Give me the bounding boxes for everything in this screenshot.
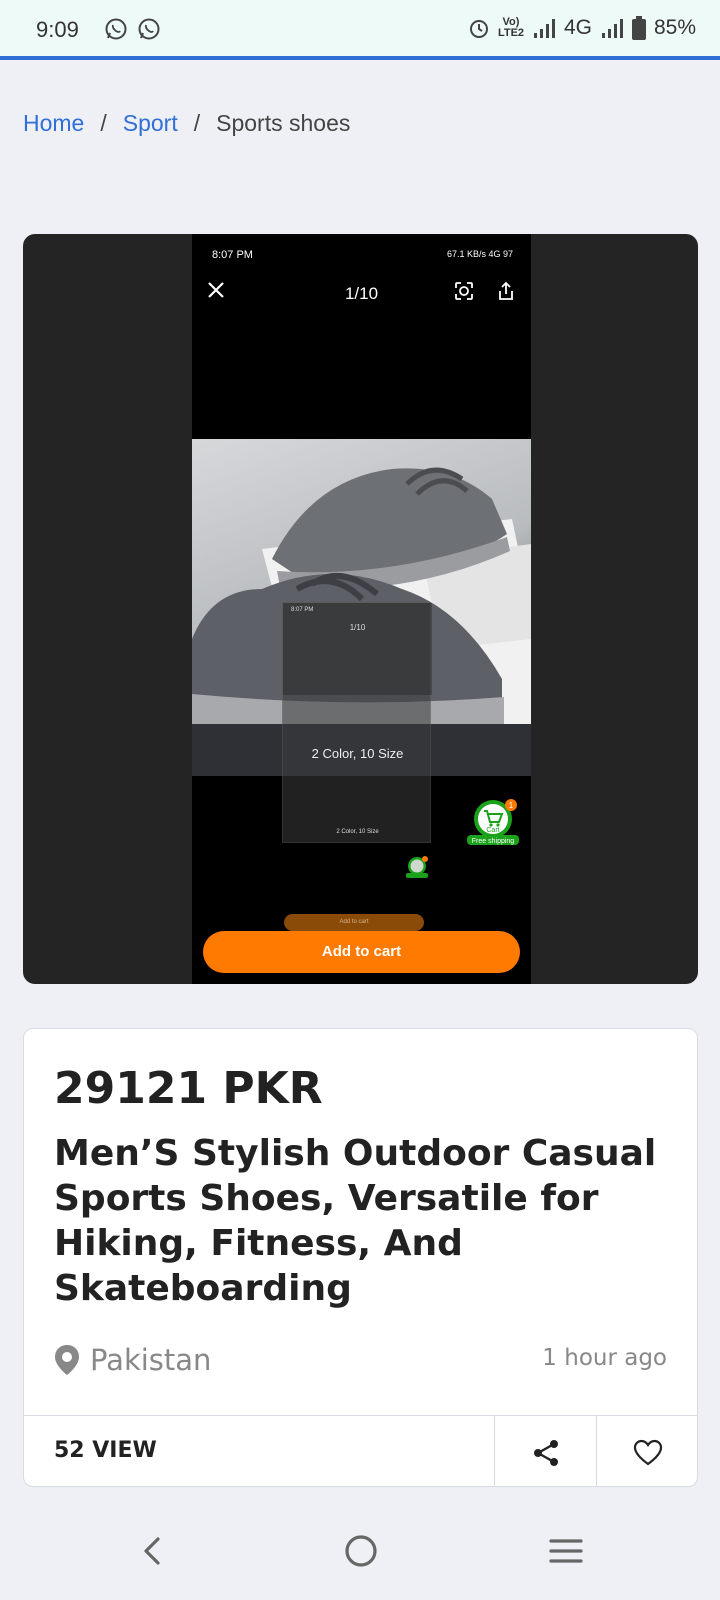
heart-icon	[633, 1439, 663, 1465]
home-circle-icon[interactable]	[342, 1532, 380, 1570]
location-text: Pakistan	[90, 1343, 212, 1377]
share-button[interactable]	[494, 1416, 596, 1486]
view-count: 52 VIEW	[54, 1438, 157, 1463]
lte-label: Vo) LTE2	[497, 16, 525, 39]
breadcrumb: Home / Sport / Sports shoes	[23, 110, 350, 137]
back-chevron-icon[interactable]	[136, 1534, 170, 1568]
free-shipping-label: Free shipping	[472, 838, 515, 845]
upload-share-icon	[499, 281, 513, 300]
cart-badge-small-icon	[406, 856, 428, 878]
lens-search-icon	[455, 282, 473, 300]
breadcrumb-separator: /	[193, 110, 201, 136]
menu-lines-icon[interactable]	[548, 1534, 584, 1568]
posted-time: 1 hour ago	[542, 1345, 667, 1371]
listing-title: Men’S Stylish Outdoor Casual Sports Shoe…	[54, 1133, 657, 1309]
listing-location: Pakistan	[54, 1343, 211, 1377]
breadcrumb-current: Sports shoes	[216, 110, 351, 136]
signal-icon	[533, 19, 555, 38]
breadcrumb-sport[interactable]: Sport	[123, 110, 178, 137]
embedded-color-size-label: 2 Color, 10 Size	[336, 829, 379, 835]
image-counter: 1/10	[344, 284, 379, 303]
breadcrumb-home[interactable]: Home	[23, 110, 84, 137]
cart-badge-count: 1	[509, 801, 514, 810]
battery-percent: 85%	[653, 16, 696, 39]
alarm-icon	[469, 20, 488, 38]
image-status-indicators: 67.1 KB/s 4G 97	[446, 249, 513, 259]
breadcrumb-separator: /	[100, 110, 107, 136]
embedded-screenshot: 8:07 PM 1/10 2 Color, 10 Size 2 Color, 1…	[282, 602, 432, 843]
status-indicators: Vo) LTE2 4G 85%	[468, 16, 696, 40]
status-time: 9:09	[36, 17, 79, 42]
image-status-time: 8:07 PM	[212, 249, 253, 261]
network-type: 4G	[563, 16, 592, 39]
system-nav-bar	[0, 1520, 720, 1600]
whatsapp-icon	[105, 18, 127, 40]
listing-details-card: 29121 PKR Men’S Stylish Outdoor Casual S…	[23, 1028, 698, 1487]
map-pin-icon	[55, 1345, 79, 1375]
signal-icon	[601, 19, 623, 38]
add-to-cart-button: Add to cart	[203, 931, 520, 973]
battery-icon	[631, 16, 646, 40]
product-image-gallery[interactable]: 8:07 PM 67.1 KB/s 4G 97 1/10 8:07 PM 1/1…	[23, 234, 698, 984]
color-size-label: 2 Color, 10 Size	[311, 746, 404, 761]
listing-price: 29121 PKR	[54, 1063, 323, 1114]
cart-badge-icon: Cart 1 Free shipping	[467, 799, 519, 845]
share-icon	[533, 1439, 558, 1466]
status-bar: 9:09 Vo) LTE2 4G 85%	[0, 0, 720, 60]
embedded-screenshot-header	[283, 603, 432, 695]
embedded-counter: 1/10	[349, 623, 366, 632]
cart-badge-label: Cart	[486, 827, 499, 834]
whatsapp-icon	[138, 18, 160, 40]
embedded-time: 8:07 PM	[291, 607, 314, 613]
embedded-add-to-cart-button: Add to cart	[284, 914, 424, 931]
listing-actions: 52 VIEW	[24, 1415, 697, 1486]
favorite-button[interactable]	[596, 1416, 697, 1486]
product-image: 8:07 PM 67.1 KB/s 4G 97 1/10 8:07 PM 1/1…	[192, 234, 531, 984]
